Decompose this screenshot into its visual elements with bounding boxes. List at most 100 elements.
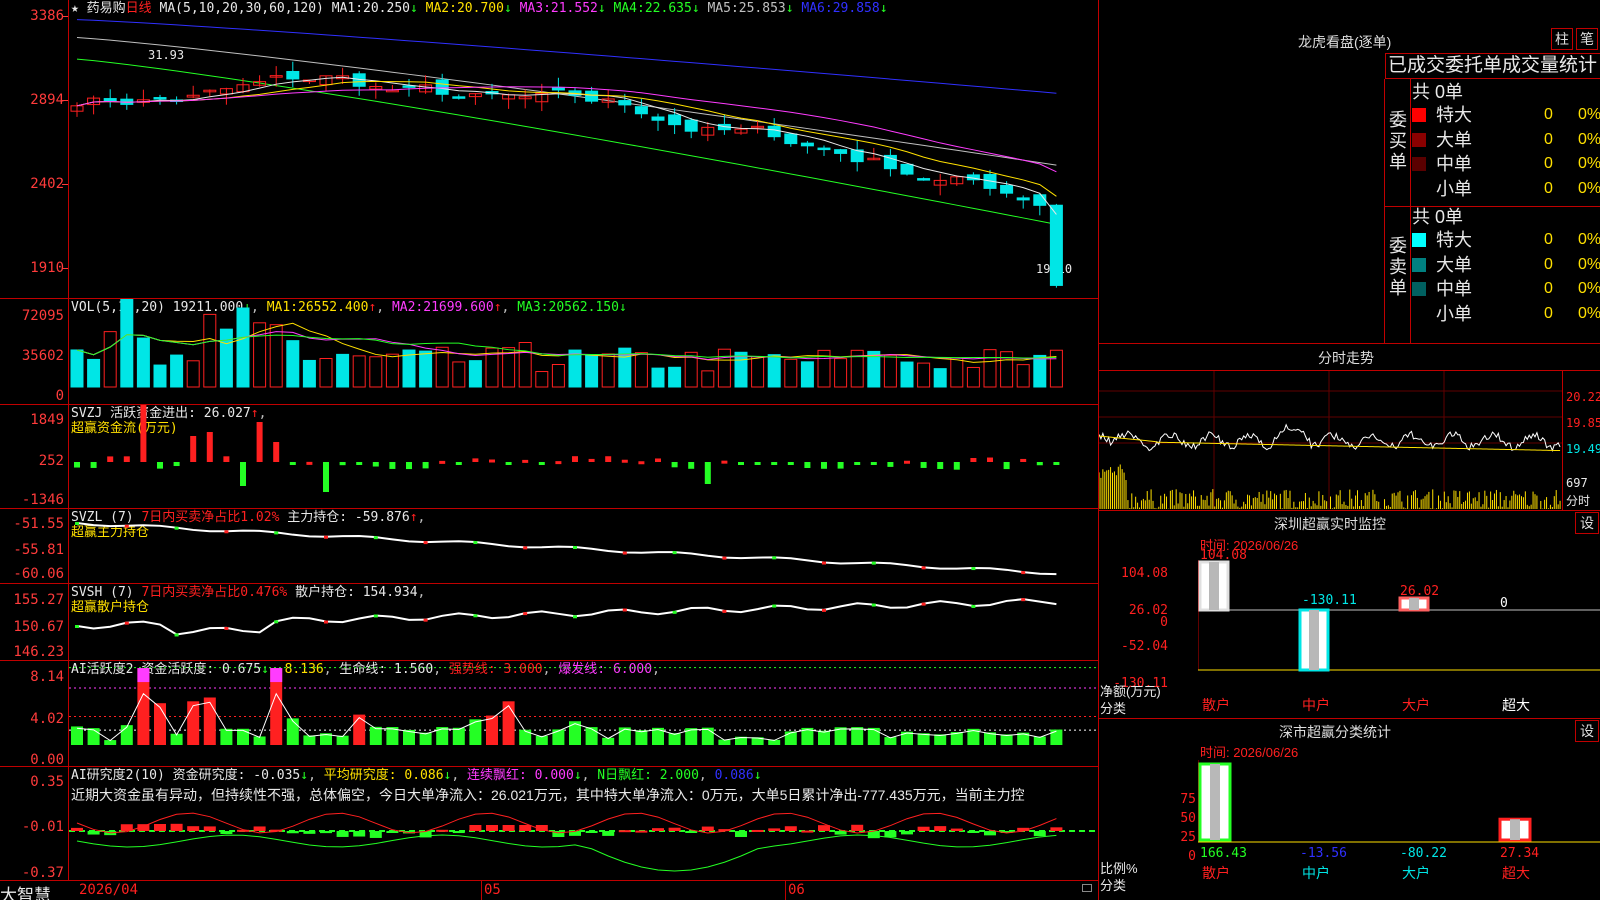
sell-total: 共 0单 xyxy=(1412,207,1464,227)
main-force-position-line-marker xyxy=(722,556,727,560)
sell-color-swatch xyxy=(1412,282,1426,296)
category-label: 超大 xyxy=(1502,866,1530,882)
period-label[interactable]: 日线 xyxy=(126,0,152,15)
tick-mode-button[interactable]: 笔 xyxy=(1576,28,1598,50)
fund-flow-bar xyxy=(489,459,495,463)
ma-params: MA(5,10,20,30,60,120) xyxy=(159,1,324,16)
research-bar xyxy=(751,829,764,832)
fund-flow-bar xyxy=(306,461,313,465)
svsh-line-chart[interactable] xyxy=(69,584,1098,660)
activity-bar xyxy=(71,726,83,745)
sell-row: 特大 0 0% xyxy=(1412,228,1600,252)
activity-bar xyxy=(237,728,249,745)
buy-type: 大单 xyxy=(1436,129,1472,150)
volume-bar xyxy=(834,358,848,388)
main-force-position-line-marker xyxy=(473,541,478,545)
activity-bar xyxy=(203,697,216,745)
volume-bar xyxy=(535,371,549,388)
monitor-value-label: 104.08 xyxy=(1200,548,1247,563)
ai-research-value2: 0.086 xyxy=(404,768,444,783)
ma1-label: MA1: xyxy=(331,1,364,16)
intraday-title: 分时走势 xyxy=(1318,350,1374,366)
volume-bar xyxy=(966,366,980,388)
activity-bar xyxy=(519,729,532,745)
intraday-chart[interactable] xyxy=(1099,371,1562,509)
main-force-position-line-marker xyxy=(822,561,826,565)
volume-bar xyxy=(103,331,117,388)
ma-line xyxy=(76,86,1057,173)
candle-body xyxy=(684,119,698,132)
fund-flow-bar xyxy=(837,462,844,469)
volume-bar xyxy=(634,352,648,388)
ma1-value: 20.250 xyxy=(363,1,410,16)
fund-flow-bar xyxy=(870,462,877,465)
favorite-star-icon[interactable]: ★ xyxy=(71,1,79,16)
stat-settings-button[interactable]: 设 xyxy=(1575,720,1599,742)
ma2-value: 20.700 xyxy=(456,1,504,16)
sell-pct: 0% xyxy=(1578,255,1600,273)
buy-row: 中单 0 0% xyxy=(1412,152,1600,176)
ma-line xyxy=(76,37,1057,166)
volume-bar xyxy=(1033,354,1047,388)
fund-flow-bar xyxy=(887,462,894,467)
intraday-vol-unit: 分时 xyxy=(1566,494,1591,508)
sell-count: 0 xyxy=(1544,304,1553,322)
research-bar xyxy=(71,827,83,831)
retail-position-line-marker xyxy=(473,614,478,618)
category-label: 大户 xyxy=(1402,865,1430,882)
research-bar xyxy=(602,831,615,836)
sz-stat-chart[interactable]: 166.43 散户 -13.56 中户 -80.22 大户 27.34 超大 xyxy=(1198,760,1600,900)
volume-chart[interactable] xyxy=(69,299,1098,404)
ai-research-value3: 0.000 xyxy=(534,768,574,783)
activity-bar xyxy=(502,701,515,745)
buy-count: 0 xyxy=(1544,179,1553,197)
vol-axis-label: 72095 xyxy=(21,308,64,324)
vol-axis-label: 35602 xyxy=(21,348,64,364)
stat-axis-label: 25 xyxy=(1180,830,1196,845)
svzl-line-chart[interactable] xyxy=(69,509,1098,583)
activity-bar xyxy=(154,703,166,745)
main-force-position-line-marker xyxy=(174,526,179,530)
research-bar xyxy=(452,831,465,834)
candle-body xyxy=(385,89,399,93)
fund-flow-bar xyxy=(821,462,827,469)
ai-active-axis-label: 4.02 xyxy=(30,711,64,727)
volume-bar xyxy=(568,349,582,388)
svzj-chart[interactable] xyxy=(69,405,1098,508)
retail-position-line-marker xyxy=(1021,598,1026,602)
research-bar xyxy=(386,831,399,833)
fund-flow-bar xyxy=(970,457,977,462)
ma1-arrow: ↓ xyxy=(410,1,418,16)
activity-bar xyxy=(867,727,880,745)
ma3-label: MA3: xyxy=(519,1,551,16)
sell-type: 特大 xyxy=(1436,230,1472,250)
ai-activity-chart[interactable] xyxy=(69,661,1098,766)
order-stat-tab[interactable]: 已成交委托单成交量统计 xyxy=(1385,53,1600,79)
fund-flow-bar xyxy=(273,442,280,462)
activity-bar xyxy=(585,727,598,745)
candlestick-chart[interactable] xyxy=(69,16,1098,298)
activity-bar xyxy=(1000,734,1013,745)
stat-time: 时间: 2026/06/26 xyxy=(1200,745,1299,760)
monitor-settings-button[interactable]: 设 xyxy=(1575,512,1599,534)
bar-mode-button[interactable]: 柱 xyxy=(1551,28,1573,50)
activity-bar xyxy=(1050,729,1063,745)
sz-monitor-chart[interactable]: 104.08 散户 -130.11 中户 26.02 大户 0 超大 xyxy=(1198,540,1600,716)
monitor-value-label: 26.02 xyxy=(1400,584,1439,599)
fund-flow-bar xyxy=(289,462,296,465)
research-bar xyxy=(1033,831,1046,837)
activity-bar xyxy=(286,718,299,745)
date-axis-border xyxy=(0,880,1098,881)
research-bar xyxy=(502,825,515,831)
lock-icon[interactable] xyxy=(1082,884,1092,892)
activity-bar xyxy=(668,733,681,745)
volume-bar xyxy=(269,324,283,388)
activity-bar xyxy=(452,727,465,745)
main-force-position-line-marker xyxy=(1021,571,1026,575)
fund-flow-bar xyxy=(804,462,811,468)
ai-research-chart[interactable] xyxy=(69,805,1098,880)
research-bar xyxy=(685,831,698,833)
fund-flow-bar xyxy=(754,462,761,465)
stock-name[interactable]: 药易购 xyxy=(87,0,126,15)
main-force-position-line-marker xyxy=(373,536,378,540)
